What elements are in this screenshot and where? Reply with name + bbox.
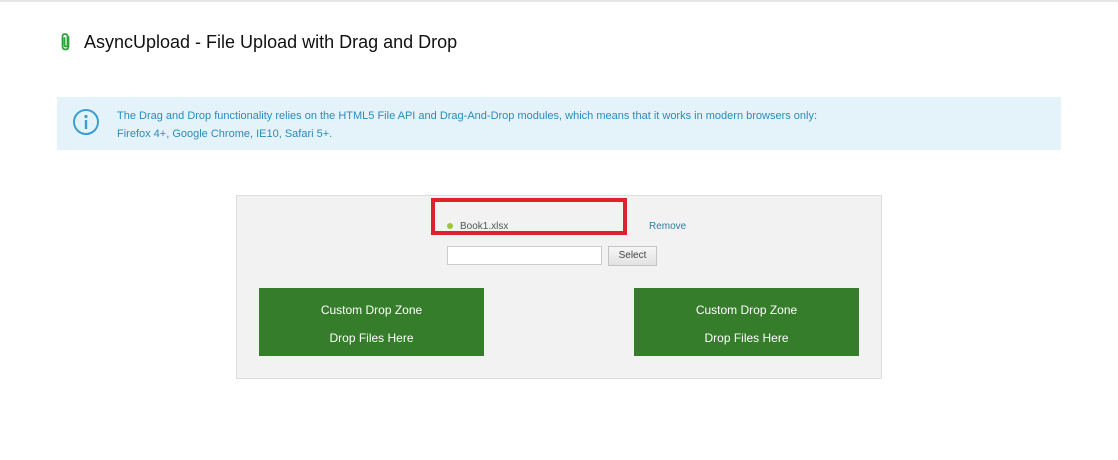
paperclip-icon [61,33,70,51]
uploaded-file-row: Book1.xlsx [447,219,508,233]
drop-zone-subtitle: Drop Files Here [329,331,414,345]
top-border [0,0,1118,2]
status-dot-icon [447,223,453,229]
info-line-1: The Drag and Drop functionality relies o… [117,110,818,122]
upload-demo-panel: Book1.xlsx Remove Select Custom Drop Zon… [236,195,882,379]
page-header: AsyncUpload - File Upload with Drag and … [58,30,457,54]
page-title: AsyncUpload - File Upload with Drag and … [84,31,458,52]
info-text: The Drag and Drop functionality relies o… [117,107,817,143]
drop-zone-title: Custom Drop Zone [320,303,423,317]
drop-zone-left[interactable]: Custom Drop Zone Drop Files Here [259,288,484,356]
info-circle-icon [73,109,99,135]
info-box: The Drag and Drop functionality relies o… [57,97,1061,150]
select-button[interactable]: Select [608,246,657,266]
drop-zone-title: Custom Drop Zone [695,303,798,317]
info-line-2: Firefox 4+, Google Chrome, IE10, Safari … [117,128,333,140]
drop-zone-right[interactable]: Custom Drop Zone Drop Files Here [634,288,859,356]
drop-zone-subtitle: Drop Files Here [704,331,789,345]
remove-link[interactable]: Remove [649,221,686,232]
uploaded-file-name: Book1.xlsx [460,220,509,232]
file-input[interactable] [447,246,602,265]
